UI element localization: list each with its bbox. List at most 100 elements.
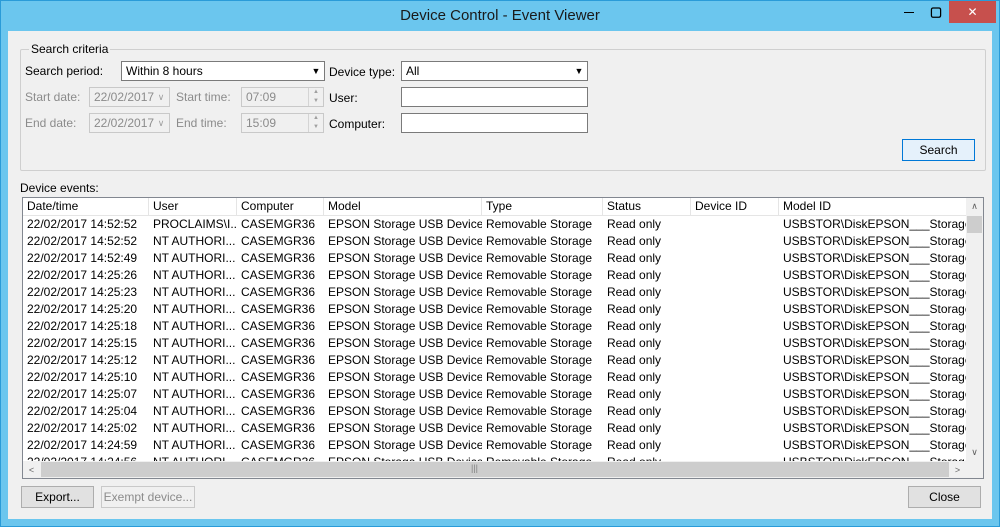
cell-device-id: [691, 420, 779, 437]
minimize-button[interactable]: —: [895, 1, 923, 23]
start-date-picker[interactable]: 22/02/2017 ∨: [89, 87, 170, 107]
cell-date-time: 22/02/2017 14:52:49: [27, 251, 138, 265]
cell-user: NT AUTHORI...: [153, 234, 236, 248]
cell-device-id: [691, 352, 779, 369]
column-header-device-id[interactable]: Device ID: [691, 198, 779, 215]
cell-device-id: [691, 369, 779, 386]
start-time-field[interactable]: 07:09 ▲ ▼: [241, 87, 324, 107]
cell-device-id: [691, 301, 779, 318]
table-row[interactable]: 22/02/2017 14:52:52 PROCLAIMS\I... CASEMGR…: [23, 216, 967, 233]
cell-user: NT AUTHORI...: [153, 285, 236, 299]
exempt-device-button[interactable]: Exempt device...: [101, 486, 195, 508]
cell-date-time: 22/02/2017 14:25:02: [27, 421, 138, 435]
search-period-select[interactable]: Within 8 hours ▼: [121, 61, 325, 81]
search-button[interactable]: Search: [902, 139, 975, 161]
column-header-model[interactable]: Model: [324, 198, 482, 215]
cell-model-id: USBSTOR\DiskEPSON___Storage___: [783, 353, 967, 367]
device-type-label: Device type:: [329, 65, 396, 79]
cell-user: NT AUTHORI...: [153, 336, 236, 350]
vertical-scroll-thumb[interactable]: [967, 216, 982, 233]
table-row[interactable]: 22/02/2017 14:24:59 NT AUTHORI... CASEMGR3…: [23, 437, 967, 454]
cell-device-id: [691, 284, 779, 301]
event-viewer-window: Device Control - Event Viewer — ▢ ✕ Sear…: [0, 0, 1000, 527]
cell-user: NT AUTHORI...: [153, 251, 236, 265]
cell-computer: CASEMGR36: [241, 319, 316, 333]
column-header-date-time[interactable]: Date/time: [23, 198, 149, 215]
table-row[interactable]: 22/02/2017 14:25:18 NT AUTHORI... CASEMGR3…: [23, 318, 967, 335]
scroll-down-icon[interactable]: ∨: [966, 444, 983, 461]
chevron-down-icon: ▼: [311, 66, 321, 76]
table-row[interactable]: 22/02/2017 14:25:02 NT AUTHORI... CASEMGR3…: [23, 420, 967, 437]
vertical-scrollbar[interactable]: ∧ ∨: [966, 198, 983, 461]
cell-model: EPSON Storage USB Device: [328, 387, 482, 401]
column-header-user[interactable]: User: [149, 198, 237, 215]
cell-status: Read only: [607, 421, 662, 435]
cell-date-time: 22/02/2017 14:52:52: [27, 234, 138, 248]
close-button[interactable]: Close: [908, 486, 981, 508]
list-header: Date/time User Computer Model Type Status Devi…: [23, 198, 967, 216]
cell-type: Removable Storage: [486, 336, 593, 350]
device-events-list[interactable]: Date/time User Computer Model Type Status Devi…: [22, 197, 984, 479]
cell-status: Read only: [607, 387, 662, 401]
table-row[interactable]: 22/02/2017 14:52:49 NT AUTHORI... CASEMGR3…: [23, 250, 967, 267]
cell-model-id: USBSTOR\DiskEPSON___Storage___: [783, 438, 967, 452]
export-button[interactable]: Export...: [21, 486, 94, 508]
column-header-model-id[interactable]: Model ID: [779, 198, 967, 215]
cell-model-id: USBSTOR\DiskEPSON___Storage___: [783, 387, 967, 401]
column-header-status[interactable]: Status: [603, 198, 691, 215]
user-label: User:: [329, 91, 358, 105]
end-time-label: End time:: [176, 116, 227, 130]
user-input[interactable]: [401, 87, 588, 107]
cell-type: Removable Storage: [486, 251, 593, 265]
table-row[interactable]: 22/02/2017 14:25:12 NT AUTHORI... CASEMGR3…: [23, 352, 967, 369]
table-row[interactable]: 22/02/2017 14:52:52 NT AUTHORI... CASEMGR3…: [23, 233, 967, 250]
table-row[interactable]: 22/02/2017 14:25:15 NT AUTHORI... CASEMGR3…: [23, 335, 967, 352]
cell-model: EPSON Storage USB Device: [328, 302, 482, 316]
scroll-corner: [966, 461, 983, 478]
horizontal-scroll-thumb[interactable]: |||: [41, 462, 949, 477]
close-window-button[interactable]: ✕: [949, 1, 996, 23]
table-row[interactable]: 22/02/2017 14:25:04 NT AUTHORI... CASEMGR3…: [23, 403, 967, 420]
start-time-spinner[interactable]: ▲ ▼: [308, 88, 323, 106]
horizontal-scrollbar[interactable]: < ||| >: [23, 461, 966, 478]
cell-user: NT AUTHORI...: [153, 370, 236, 384]
spin-up-icon: ▲: [313, 89, 319, 95]
table-row[interactable]: 22/02/2017 14:25:10 NT AUTHORI... CASEMGR3…: [23, 369, 967, 386]
column-header-computer[interactable]: Computer: [237, 198, 324, 215]
table-row[interactable]: 22/02/2017 14:25:07 NT AUTHORI... CASEMGR3…: [23, 386, 967, 403]
cell-model: EPSON Storage USB Device: [328, 404, 482, 418]
cell-computer: CASEMGR36: [241, 404, 316, 418]
title-bar[interactable]: Device Control - Event Viewer — ▢ ✕: [1, 1, 999, 31]
cell-model-id: USBSTOR\DiskEPSON___Storage___: [783, 251, 967, 265]
table-row[interactable]: 22/02/2017 14:25:23 NT AUTHORI... CASEMGR3…: [23, 284, 967, 301]
device-type-select[interactable]: All ▼: [401, 61, 588, 81]
scroll-up-icon[interactable]: ∧: [966, 198, 983, 215]
end-time-spinner[interactable]: ▲ ▼: [308, 114, 323, 132]
search-criteria-title: Search criteria: [29, 42, 111, 56]
table-row[interactable]: 22/02/2017 14:25:20 NT AUTHORI... CASEMGR3…: [23, 301, 967, 318]
spin-down-icon: ▼: [313, 124, 319, 130]
cell-status: Read only: [607, 234, 662, 248]
computer-input[interactable]: [401, 113, 588, 133]
table-row[interactable]: 22/02/2017 14:25:26 NT AUTHORI... CASEMGR3…: [23, 267, 967, 284]
cell-user: PROCLAIMS\I...: [153, 217, 237, 231]
cell-status: Read only: [607, 268, 662, 282]
scroll-right-icon[interactable]: >: [949, 461, 966, 478]
cell-user: NT AUTHORI...: [153, 319, 236, 333]
maximize-button[interactable]: ▢: [923, 1, 949, 23]
start-date-value: 22/02/2017: [94, 90, 155, 104]
start-time-value: 07:09: [246, 90, 277, 104]
cell-date-time: 22/02/2017 14:25:12: [27, 353, 138, 367]
column-header-type[interactable]: Type: [482, 198, 603, 215]
cell-date-time: 22/02/2017 14:25:18: [27, 319, 138, 333]
start-time-label: Start time:: [176, 90, 231, 104]
end-date-picker[interactable]: 22/02/2017 ∨: [89, 113, 170, 133]
cell-model: EPSON Storage USB Device: [328, 319, 482, 333]
cell-model: EPSON Storage USB Device: [328, 438, 482, 452]
end-time-field[interactable]: 15:09 ▲ ▼: [241, 113, 324, 133]
cell-computer: CASEMGR36: [241, 421, 316, 435]
scroll-left-icon[interactable]: <: [23, 461, 40, 478]
cell-type: Removable Storage: [486, 217, 593, 231]
cell-status: Read only: [607, 353, 662, 367]
cell-user: NT AUTHORI...: [153, 438, 236, 452]
